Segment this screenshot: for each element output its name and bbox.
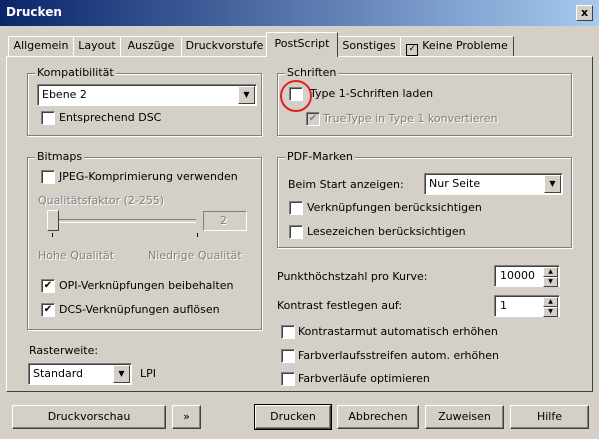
gradient-strips-checkbox[interactable] — [281, 349, 295, 363]
chevron-down-icon: ▼ — [113, 365, 130, 383]
tab-keine-probleme[interactable]: ✓ Keine Probleme — [400, 36, 514, 56]
tab-druckvorstufe[interactable]: Druckvorstufe — [181, 36, 268, 56]
print-button[interactable]: Drucken — [254, 404, 332, 430]
tab-sonstiges[interactable]: Sonstiges — [337, 36, 401, 56]
preview-button[interactable]: Druckvorschau — [12, 405, 166, 429]
checklist-icon: ✓ — [406, 44, 419, 56]
pdf-links-label: Verknüpfungen berücksichtigen — [307, 201, 482, 214]
group-pdf-marken-legend: PDF-Marken — [285, 150, 355, 163]
quality-label: Qualitätsfaktor (2-255) — [38, 194, 165, 207]
pdf-links-checkbox[interactable] — [289, 201, 303, 215]
tab-auszuege[interactable]: Auszüge — [120, 36, 182, 56]
help-button[interactable]: Hilfe — [510, 405, 589, 429]
raster-unit: LPI — [140, 367, 157, 380]
pdf-bookmarks-label: Lesezeichen berücksichtigen — [307, 225, 466, 238]
double-arrow-right-icon: » — [183, 410, 190, 423]
gradient-strips-label: Farbverlaufsstreifen autom. erhöhen — [298, 349, 499, 362]
chevron-down-icon: ▼ — [544, 175, 561, 193]
compat-level-value: Ebene 2 — [42, 88, 87, 101]
truetype-checkbox[interactable]: ✔ — [306, 112, 320, 126]
group-kompatibilitaet-legend: Kompatibilität — [35, 66, 116, 79]
chevron-down-icon: ▼ — [238, 86, 255, 104]
pdf-bookmarks-checkbox[interactable] — [289, 225, 303, 239]
dsc-checkbox[interactable] — [41, 111, 55, 125]
contrast-spinner[interactable]: 1 ▲ ▼ — [494, 295, 560, 317]
spin-up-icon[interactable]: ▲ — [543, 267, 558, 277]
cancel-button[interactable]: Abbrechen — [337, 405, 419, 429]
title-bar — [0, 0, 599, 26]
spin-up-icon[interactable]: ▲ — [543, 297, 558, 307]
high-quality-label: Hohe Qualität — [38, 249, 115, 262]
jpeg-label: JPEG-Komprimierung verwenden — [59, 170, 238, 183]
dcs-label: DCS-Verknüpfungen auflösen — [59, 303, 220, 316]
group-schriften — [277, 73, 572, 136]
curve-label: Punkthöchstzahl pro Kurve: — [277, 270, 428, 283]
pdf-start-value: Nur Seite — [429, 177, 481, 190]
contrast-auto-checkbox[interactable] — [281, 325, 295, 339]
slider-tick-min — [52, 233, 53, 237]
gradient-opt-checkbox[interactable] — [281, 372, 295, 386]
spin-down-icon[interactable]: ▼ — [543, 277, 558, 287]
tab-allgemein[interactable]: Allgemein — [8, 36, 74, 56]
compat-level-select[interactable]: Ebene 2 ▼ — [37, 84, 257, 106]
group-bitmaps-legend: Bitmaps — [35, 150, 85, 163]
type1-label: Type 1-Schriften laden — [310, 87, 434, 100]
close-icon: x — [580, 6, 589, 19]
raster-label: Rasterweite: — [29, 344, 99, 357]
group-schriften-legend: Schriften — [285, 66, 339, 79]
expand-button[interactable]: » — [172, 405, 201, 429]
truetype-label: TrueType in Type 1 konvertieren — [323, 112, 498, 125]
quality-slider-track — [56, 219, 196, 223]
gradient-opt-label: Farbverläufe optimieren — [298, 372, 430, 385]
spin-down-icon[interactable]: ▼ — [543, 307, 558, 317]
opi-checkbox[interactable]: ✔ — [41, 279, 55, 293]
highlight-circle — [280, 80, 312, 112]
close-button[interactable]: x — [576, 5, 593, 21]
assign-button[interactable]: Zuweisen — [425, 405, 504, 429]
pdf-start-select[interactable]: Nur Seite ▼ — [424, 173, 563, 195]
quality-slider-thumb[interactable] — [47, 210, 59, 231]
slider-tick-max — [197, 233, 198, 237]
raster-select[interactable]: Standard ▼ — [28, 363, 132, 385]
jpeg-checkbox[interactable] — [41, 170, 55, 184]
raster-value: Standard — [33, 367, 84, 380]
dsc-label: Entsprechend DSC — [59, 111, 162, 124]
window-title: Drucken — [6, 5, 62, 19]
quality-value-field: 2 — [203, 211, 247, 231]
pdf-start-label: Beim Start anzeigen: — [288, 178, 404, 191]
curve-spinner[interactable]: 10000 ▲ ▼ — [494, 265, 560, 287]
tab-postscript[interactable]: PostScript — [266, 32, 338, 57]
curve-value: 10000 — [500, 269, 535, 282]
contrast-label: Kontrast festlegen auf: — [277, 299, 403, 312]
low-quality-label: Niedrige Qualität — [148, 249, 242, 262]
dcs-checkbox[interactable]: ✔ — [41, 303, 55, 317]
contrast-value: 1 — [500, 299, 507, 312]
tab-layout[interactable]: Layout — [73, 36, 121, 56]
opi-label: OPI-Verknüpfungen beibehalten — [59, 279, 234, 292]
contrast-auto-label: Kontrastarmut automatisch erhöhen — [298, 325, 498, 338]
